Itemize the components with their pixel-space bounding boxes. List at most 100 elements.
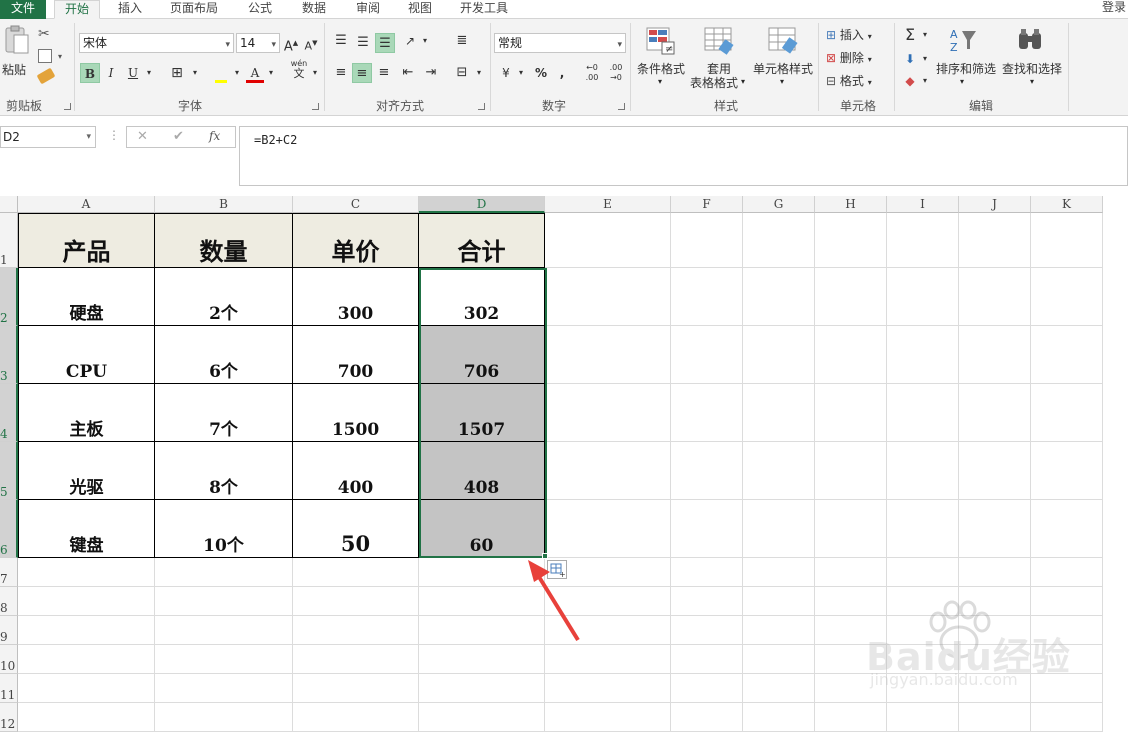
cell-a6[interactable]: 键盘 xyxy=(18,500,155,558)
cell[interactable] xyxy=(743,558,815,587)
column-header-a[interactable]: A xyxy=(18,196,155,213)
autosum-icon[interactable]: Σ xyxy=(900,25,920,45)
clipboard-launcher-icon[interactable] xyxy=(64,103,71,110)
cell[interactable] xyxy=(545,703,671,732)
cell[interactable] xyxy=(743,703,815,732)
font-size-select[interactable]: 14 ▾ xyxy=(236,33,280,53)
formula-input[interactable]: =B2+C2 xyxy=(239,126,1128,186)
cell[interactable] xyxy=(1031,442,1103,500)
cell[interactable] xyxy=(887,268,959,326)
cell[interactable] xyxy=(545,384,671,442)
cell[interactable] xyxy=(887,703,959,732)
header-cell-d[interactable]: 合计 xyxy=(419,213,545,268)
cell-b6[interactable]: 10个 xyxy=(155,500,293,558)
column-header-h[interactable]: H xyxy=(815,196,887,213)
cell[interactable] xyxy=(671,616,743,645)
increase-decimal-icon[interactable]: ←0.00 xyxy=(582,63,602,83)
cell[interactable] xyxy=(743,384,815,442)
alignment-launcher-icon[interactable] xyxy=(478,103,485,110)
cell-a5[interactable]: 光驱 xyxy=(18,442,155,500)
column-header-i[interactable]: I xyxy=(887,196,959,213)
chevron-down-icon[interactable]: ▾ xyxy=(780,77,784,86)
cell[interactable] xyxy=(545,500,671,558)
cell[interactable] xyxy=(959,558,1031,587)
header-cell-a[interactable]: 产品 xyxy=(18,213,155,268)
chevron-down-icon[interactable]: ▾ xyxy=(232,63,242,83)
cell-styles-button[interactable]: 单元格样式 xyxy=(752,62,814,76)
cell[interactable] xyxy=(1031,213,1103,268)
cell-b5[interactable]: 8个 xyxy=(155,442,293,500)
fill-color-icon[interactable] xyxy=(212,63,230,83)
chevron-down-icon[interactable]: ▾ xyxy=(58,52,62,61)
cancel-icon[interactable]: ✕ xyxy=(137,129,148,144)
find-select-button[interactable]: 查找和选择 xyxy=(1000,62,1064,76)
cell-c6[interactable]: 50 xyxy=(293,500,419,558)
decrease-indent-icon[interactable]: ⇤ xyxy=(398,63,418,83)
tab-review[interactable]: 审阅 xyxy=(346,0,390,19)
cell[interactable] xyxy=(155,616,293,645)
chevron-down-icon[interactable]: ▾ xyxy=(920,25,930,45)
tab-page-layout[interactable]: 页面布局 xyxy=(164,0,224,19)
chevron-down-icon[interactable]: ▾ xyxy=(960,77,964,86)
cell-c5[interactable]: 400 xyxy=(293,442,419,500)
cell[interactable] xyxy=(18,558,155,587)
chevron-down-icon[interactable]: ▾ xyxy=(144,63,154,83)
cell[interactable] xyxy=(293,558,419,587)
cell[interactable] xyxy=(743,674,815,703)
align-center-icon[interactable]: ≡ xyxy=(352,63,372,83)
cell[interactable] xyxy=(671,674,743,703)
insert-cells-button[interactable]: ⊞ 插入 ▾ xyxy=(826,25,872,45)
cell[interactable] xyxy=(815,558,887,587)
row-header-7[interactable]: 7 xyxy=(0,558,18,587)
header-cell-c[interactable]: 单价 xyxy=(293,213,419,268)
cell[interactable] xyxy=(293,587,419,616)
cell-a2[interactable]: 硬盘 xyxy=(18,268,155,326)
cell-c2[interactable]: 300 xyxy=(293,268,419,326)
cell[interactable] xyxy=(671,384,743,442)
header-cell-b[interactable]: 数量 xyxy=(155,213,293,268)
fill-down-icon[interactable]: ⬇ xyxy=(900,49,920,69)
cell[interactable] xyxy=(545,268,671,326)
chevron-down-icon[interactable]: ▾ xyxy=(420,31,430,51)
format-as-table-icon[interactable] xyxy=(704,27,734,55)
column-header-j[interactable]: J xyxy=(959,196,1031,213)
cell[interactable] xyxy=(1031,326,1103,384)
tab-file[interactable]: 文件 xyxy=(0,0,46,19)
conditional-format-icon[interactable]: ≠ xyxy=(646,27,676,55)
bold-button[interactable]: B xyxy=(80,63,100,83)
sort-filter-button[interactable]: 排序和筛选 xyxy=(934,62,998,76)
cell[interactable] xyxy=(671,268,743,326)
find-select-icon[interactable] xyxy=(1016,27,1046,55)
cell[interactable] xyxy=(18,645,155,674)
chevron-down-icon[interactable]: ▾ xyxy=(1030,77,1034,86)
chevron-down-icon[interactable]: ▾ xyxy=(920,49,930,69)
cell[interactable] xyxy=(419,703,545,732)
cell-c3[interactable]: 700 xyxy=(293,326,419,384)
name-box[interactable]: D2 ▾ xyxy=(0,126,96,148)
tab-formulas[interactable]: 公式 xyxy=(238,0,282,19)
phonetic-button[interactable]: wén 文 xyxy=(288,59,310,79)
cell[interactable] xyxy=(887,326,959,384)
chevron-down-icon[interactable]: ▾ xyxy=(190,63,200,83)
cell-a4[interactable]: 主板 xyxy=(18,384,155,442)
cell[interactable] xyxy=(887,442,959,500)
row-header-1[interactable]: 1 xyxy=(0,213,18,268)
chevron-down-icon[interactable]: ▾ xyxy=(310,63,320,83)
copy-icon[interactable] xyxy=(38,49,52,63)
cell[interactable] xyxy=(1031,384,1103,442)
align-left-icon[interactable]: ≡ xyxy=(331,63,351,83)
tab-view[interactable]: 视图 xyxy=(398,0,442,19)
cell[interactable] xyxy=(18,703,155,732)
cell[interactable] xyxy=(959,213,1031,268)
delete-cells-button[interactable]: ⊠ 删除 ▾ xyxy=(826,48,872,68)
cut-icon[interactable]: ✂ xyxy=(38,26,50,42)
cell[interactable] xyxy=(743,645,815,674)
chevron-down-icon[interactable]: ▾ xyxy=(516,63,526,83)
cell[interactable] xyxy=(743,213,815,268)
align-middle-icon[interactable]: ☰ xyxy=(353,33,373,53)
cell-b2[interactable]: 2个 xyxy=(155,268,293,326)
cell[interactable] xyxy=(155,703,293,732)
cell[interactable] xyxy=(293,703,419,732)
chevron-down-icon[interactable]: ▾ xyxy=(741,77,745,86)
font-name-select[interactable]: 宋体 ▾ xyxy=(79,33,234,53)
